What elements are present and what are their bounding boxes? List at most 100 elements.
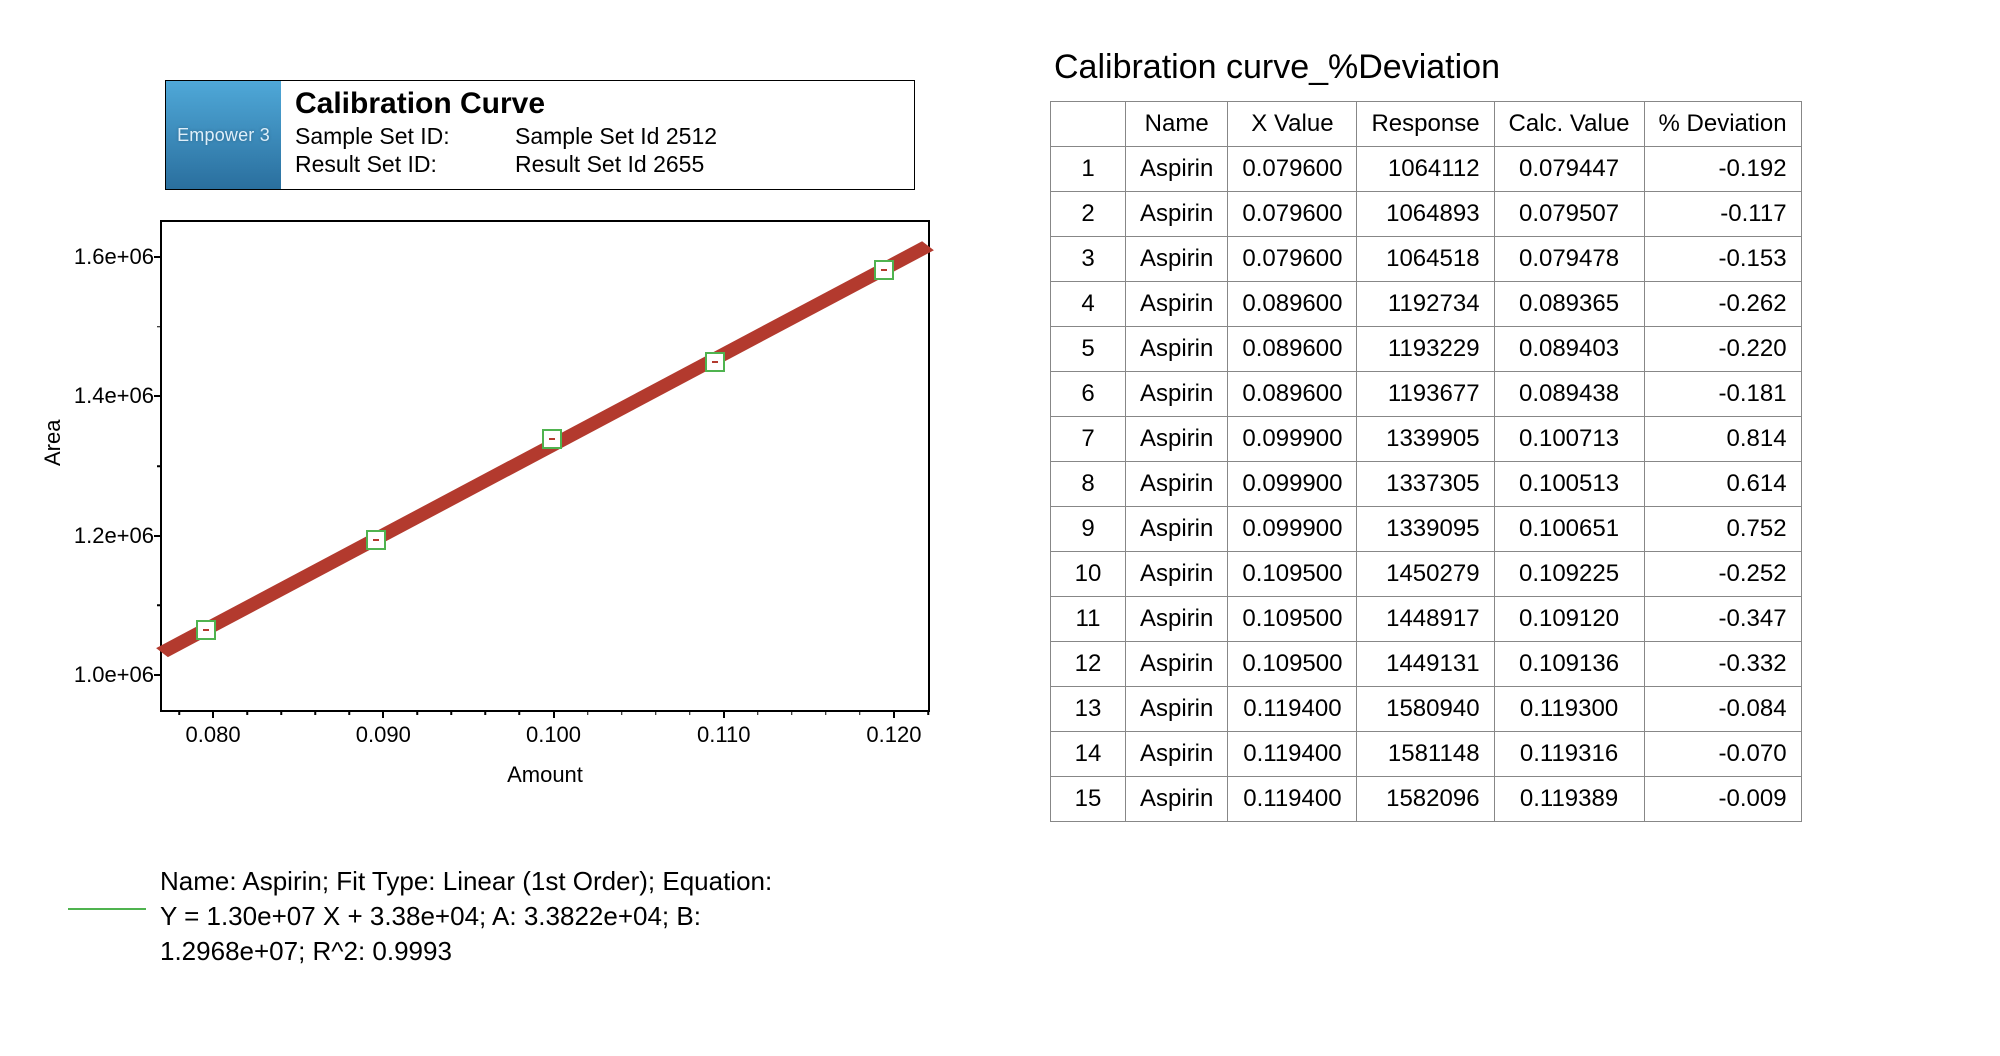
cell-calc-value: 0.079447 [1494, 147, 1644, 192]
row-index: 7 [1051, 417, 1126, 462]
table-column-header: % Deviation [1644, 102, 1801, 147]
cell-calc-value: 0.100513 [1494, 462, 1644, 507]
x-tick-label: 0.090 [356, 722, 411, 748]
table-row: 8Aspirin0.09990013373050.1005130.614 [1051, 462, 1802, 507]
caption-line-2: Y = 1.30e+07 X + 3.38e+04; A: 3.3822e+04… [160, 899, 990, 934]
cell-pct-deviation: -0.153 [1644, 237, 1801, 282]
x-tick-minor [246, 710, 248, 715]
cell-pct-deviation: -0.332 [1644, 642, 1801, 687]
table-column-header: Name [1126, 102, 1228, 147]
x-tick-label: 0.120 [866, 722, 921, 748]
cell-response: 1193677 [1357, 372, 1494, 417]
row-index: 11 [1051, 597, 1126, 642]
x-tick-minor [859, 710, 861, 715]
row-index: 14 [1051, 732, 1126, 777]
table-column-header: X Value [1228, 102, 1357, 147]
chart-header-text: Calibration Curve Sample Set ID: Sample … [281, 81, 914, 189]
data-point [874, 260, 894, 280]
calibration-chart: Area 1.0e+061.2e+061.4e+061.6e+060.0800.… [40, 206, 970, 806]
cell-calc-value: 0.089438 [1494, 372, 1644, 417]
cell-name: Aspirin [1126, 597, 1228, 642]
x-tick-label: 0.080 [186, 722, 241, 748]
cell-name: Aspirin [1126, 777, 1228, 822]
table-column-header: Response [1357, 102, 1494, 147]
table-row: 14Aspirin0.11940015811480.119316-0.070 [1051, 732, 1802, 777]
row-index: 1 [1051, 147, 1126, 192]
legend-line-icon [68, 908, 146, 910]
table-row: 1Aspirin0.07960010641120.079447-0.192 [1051, 147, 1802, 192]
data-point [196, 620, 216, 640]
row-index: 6 [1051, 372, 1126, 417]
software-logo-badge: Empower 3 [166, 81, 281, 189]
row-index: 9 [1051, 507, 1126, 552]
result-set-id-label: Result Set ID: [295, 150, 515, 179]
cell-response: 1339095 [1357, 507, 1494, 552]
cell-x-value: 0.119400 [1228, 687, 1357, 732]
cell-x-value: 0.109500 [1228, 597, 1357, 642]
cell-name: Aspirin [1126, 507, 1228, 552]
y-tick-minor [157, 605, 162, 607]
x-tick-minor [280, 710, 282, 715]
cell-name: Aspirin [1126, 372, 1228, 417]
y-tick-mark [154, 395, 162, 397]
cell-name: Aspirin [1126, 552, 1228, 597]
cell-calc-value: 0.109136 [1494, 642, 1644, 687]
cell-response: 1581148 [1357, 732, 1494, 777]
cell-name: Aspirin [1126, 237, 1228, 282]
deviation-table-title: Calibration curve_%Deviation [1054, 48, 1940, 87]
x-tick-minor [791, 710, 793, 715]
row-index: 13 [1051, 687, 1126, 732]
cell-name: Aspirin [1126, 192, 1228, 237]
row-index: 15 [1051, 777, 1126, 822]
x-tick-minor [825, 710, 827, 715]
y-tick-mark [154, 674, 162, 676]
x-tick-mark [212, 710, 214, 718]
x-tick-minor [485, 710, 487, 715]
data-point [705, 352, 725, 372]
row-index: 2 [1051, 192, 1126, 237]
cell-calc-value: 0.100713 [1494, 417, 1644, 462]
cell-pct-deviation: 0.814 [1644, 417, 1801, 462]
x-tick-minor [348, 710, 350, 715]
cell-calc-value: 0.119316 [1494, 732, 1644, 777]
cell-calc-value: 0.089365 [1494, 282, 1644, 327]
x-tick-minor [314, 710, 316, 715]
fit-line [162, 222, 928, 710]
cell-x-value: 0.089600 [1228, 372, 1357, 417]
x-tick-label: 0.110 [697, 722, 750, 748]
x-tick-minor [587, 710, 589, 715]
y-tick-minor [157, 326, 162, 328]
cell-x-value: 0.089600 [1228, 282, 1357, 327]
x-tick-mark [723, 710, 725, 718]
table-column-header: Calc. Value [1494, 102, 1644, 147]
cell-response: 1064112 [1357, 147, 1494, 192]
cell-pct-deviation: -0.070 [1644, 732, 1801, 777]
deviation-table-pane: Calibration curve_%Deviation NameX Value… [1050, 40, 1940, 1016]
y-tick-mark [154, 535, 162, 537]
cell-x-value: 0.109500 [1228, 642, 1357, 687]
cell-name: Aspirin [1126, 462, 1228, 507]
chart-header-title: Calibration Curve [295, 87, 902, 122]
row-index: 4 [1051, 282, 1126, 327]
x-tick-mark [893, 710, 895, 718]
cell-response: 1339905 [1357, 417, 1494, 462]
cell-response: 1337305 [1357, 462, 1494, 507]
cell-response: 1064893 [1357, 192, 1494, 237]
x-tick-minor [655, 710, 657, 715]
cell-x-value: 0.099900 [1228, 462, 1357, 507]
cell-name: Aspirin [1126, 147, 1228, 192]
table-row: 9Aspirin0.09990013390950.1006510.752 [1051, 507, 1802, 552]
y-tick-minor [157, 465, 162, 467]
y-tick-label: 1.0e+06 [74, 662, 154, 688]
x-tick-minor [451, 710, 453, 715]
row-index: 8 [1051, 462, 1126, 507]
cell-calc-value: 0.119389 [1494, 777, 1644, 822]
x-tick-mark [553, 710, 555, 718]
row-index: 12 [1051, 642, 1126, 687]
cell-name: Aspirin [1126, 417, 1228, 462]
chart-header-box: Empower 3 Calibration Curve Sample Set I… [165, 80, 915, 190]
cell-calc-value: 0.079507 [1494, 192, 1644, 237]
row-index: 5 [1051, 327, 1126, 372]
cell-response: 1064518 [1357, 237, 1494, 282]
cell-x-value: 0.119400 [1228, 777, 1357, 822]
